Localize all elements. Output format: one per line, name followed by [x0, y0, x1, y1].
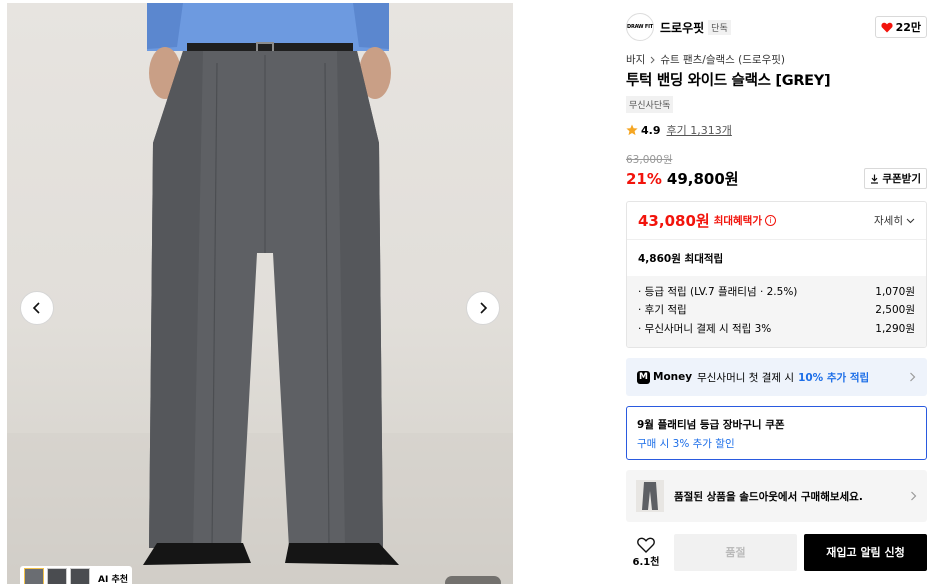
star-icon — [626, 124, 638, 136]
rating-row: 4.9 후기 1,313개 — [626, 122, 732, 138]
brand-like-button[interactable]: 22만 — [874, 16, 927, 38]
breadcrumb-category[interactable]: 바지 — [626, 52, 645, 67]
review-count-link[interactable]: 후기 1,313개 — [667, 122, 732, 138]
point-item: · 무신사머니 결제 시 적립 3% 1,290원 — [638, 319, 915, 338]
chevron-down-icon — [906, 218, 915, 223]
prev-image-button[interactable] — [20, 291, 54, 325]
soldout-market-banner[interactable]: 품절된 상품을 솔드아웃에서 구매해보세요. — [626, 470, 927, 522]
product-photo — [7, 3, 513, 584]
discount-rate: 21% — [626, 170, 662, 188]
brand-logo[interactable]: DRAW FIT — [626, 13, 654, 41]
thumbnail-2[interactable] — [47, 568, 67, 584]
max-benefit-price: 43,080원 — [638, 212, 710, 230]
benefit-detail-label: 자세히 — [874, 215, 903, 227]
money-text: 무신사머니 첫 결제 시 — [697, 371, 795, 384]
product-image-gallery[interactable]: AI 추천 — [7, 3, 513, 584]
chevron-left-icon — [32, 302, 40, 314]
trousers-thumbnail — [642, 482, 658, 510]
soldout-button: 품절 — [674, 533, 797, 571]
coupon-download-button[interactable]: 쿠폰받기 — [864, 168, 927, 189]
chevron-right-icon — [910, 372, 916, 382]
info-icon[interactable]: i — [765, 215, 776, 226]
benefit-header: 43,080원 최대혜택가 i 자세히 — [627, 202, 926, 240]
purchase-action-bar: 6.1천 품절 재입고 알림 신청 — [626, 532, 927, 572]
wishlist-button[interactable]: 6.1천 — [626, 537, 666, 568]
point-item: · 등급 적립 (LV.7 플래티넘 · 2.5%) 1,070원 — [638, 282, 915, 301]
image-counter — [445, 576, 501, 584]
brand-name[interactable]: 드로우핏 — [660, 19, 704, 36]
points-total: 4,860원 최대적립 — [638, 252, 724, 265]
money-brand: Money — [653, 371, 693, 383]
product-info-panel: DRAW FIT 드로우핏 단독 22만 바지 슈트 팬츠/슬랙스 (드로우핏)… — [613, 3, 945, 584]
original-price: 63,000원 — [626, 154, 673, 166]
heart-icon — [880, 22, 893, 32]
download-icon — [871, 174, 879, 184]
point-value: 2,500원 — [875, 304, 915, 317]
musinsa-money-banner[interactable]: M Money 무신사머니 첫 결제 시 10% 추가 적립 — [626, 358, 927, 396]
price-row: 21% 49,800원 — [626, 168, 739, 189]
rating-score: 4.9 — [641, 123, 661, 137]
product-title: 투턱 밴딩 와이드 슬랙스 [GREY] — [626, 73, 831, 89]
brand-like-count: 22만 — [895, 21, 921, 34]
point-item: · 후기 적립 2,500원 — [638, 301, 915, 320]
soldout-banner-text: 품절된 상품을 솔드아웃에서 구매해보세요. — [674, 490, 863, 503]
max-benefit-label: 최대혜택가 — [713, 215, 762, 227]
thumbnail-strip[interactable]: AI 추천 — [20, 566, 133, 584]
point-label: · 등급 적립 (LV.7 플래티넘 · 2.5%) — [638, 285, 798, 298]
coupon-download-label: 쿠폰받기 — [882, 173, 921, 185]
brand-row: DRAW FIT 드로우핏 단독 22만 — [626, 13, 927, 41]
soldout-product-thumbnail — [636, 480, 664, 512]
sale-price: 49,800원 — [666, 170, 739, 188]
money-highlight: 10% 추가 적립 — [798, 371, 870, 384]
benefit-detail-toggle[interactable]: 자세히 — [874, 213, 915, 228]
coupon-subtitle: 구매 시 3% 추가 할인 — [637, 438, 735, 450]
thumbnail-1[interactable] — [24, 568, 44, 584]
points-list: · 등급 적립 (LV.7 플래티넘 · 2.5%) 1,070원 · 후기 적… — [627, 276, 926, 347]
exclusive-tag: 무신사단독 — [626, 96, 674, 113]
next-image-button[interactable] — [466, 291, 500, 325]
heart-outline-icon — [637, 537, 655, 553]
point-label: · 후기 적립 — [638, 304, 687, 317]
point-value: 1,290원 — [875, 322, 915, 335]
money-logo-icon: M — [637, 370, 650, 384]
wishlist-count: 6.1천 — [632, 556, 660, 568]
restock-alert-button[interactable]: 재입고 알림 신청 — [804, 533, 927, 571]
grade-coupon-banner[interactable]: 9월 플래티넘 등급 장바구니 쿠폰 구매 시 3% 추가 할인 — [626, 406, 927, 460]
benefit-box: 43,080원 최대혜택가 i 자세히 4,860원 최대적립 · 등급 적립 … — [626, 201, 927, 348]
ai-recommend-link[interactable]: AI 추천 — [98, 572, 128, 584]
breadcrumb-subcategory[interactable]: 슈트 팬츠/슬랙스 (드로우핏) — [660, 52, 785, 67]
point-label: · 무신사머니 결제 시 적립 3% — [638, 322, 772, 335]
chevron-right-icon — [911, 491, 917, 501]
chevron-right-icon — [480, 302, 488, 314]
chevron-right-icon — [650, 56, 656, 63]
breadcrumb: 바지 슈트 팬츠/슬랙스 (드로우핏) — [626, 52, 785, 67]
coupon-title: 9월 플래티넘 등급 장바구니 쿠폰 — [637, 419, 785, 431]
brand-exclusive-badge: 단독 — [708, 19, 731, 35]
point-value: 1,070원 — [875, 285, 915, 298]
thumbnail-3[interactable] — [70, 568, 90, 584]
